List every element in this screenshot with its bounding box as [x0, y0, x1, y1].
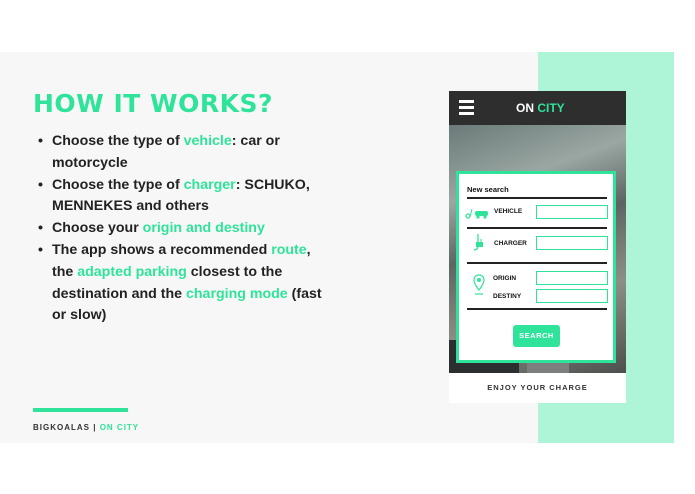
divider: [467, 227, 607, 229]
vehicle-field[interactable]: [536, 205, 608, 219]
feature-item: Choose the type of vehicle: car or motor…: [38, 131, 328, 175]
divider: [467, 197, 607, 199]
highlight-text: vehicle: [183, 133, 232, 149]
bullet-text: Choose the type of: [52, 176, 184, 193]
card-title: New search: [467, 185, 509, 194]
app-title: ON CITY: [516, 101, 565, 115]
footer-brand: BIGKOALAS | ON CITY: [33, 423, 139, 432]
highlight-text: charging mode: [186, 285, 288, 302]
charger-label: CHARGER: [494, 240, 527, 247]
highlight-text: origin and destiny: [142, 220, 265, 237]
bullet-text: The app shows a recommended: [52, 241, 272, 258]
highlight-text: route: [271, 241, 307, 258]
footer-separator: |: [90, 423, 100, 432]
background-photo: New search VEHICLE CHARGER ORIGIN DESTIN…: [449, 125, 626, 403]
divider: [467, 262, 607, 264]
destiny-field[interactable]: [536, 289, 608, 303]
feature-item: Choose your origin and destiny: [38, 218, 328, 240]
feature-list: Choose the type of vehicle: car or motor…: [38, 131, 328, 327]
vehicle-label: VEHICLE: [494, 208, 523, 215]
car-motorcycle-icon: [465, 208, 488, 219]
bullet-text: Choose the type of: [52, 133, 184, 149]
feature-item: The app shows a recommended route, the a…: [38, 240, 328, 327]
footer-brand-name: BIGKOALAS: [33, 423, 90, 432]
phone-mockup: ON CITY New search VEHICLE CHARGER ORIGI…: [449, 91, 626, 403]
feature-item: Choose the type of charger: SCHUKO, MENN…: [38, 175, 328, 219]
footer-accent-bar: [33, 408, 128, 412]
hamburger-icon[interactable]: [459, 100, 474, 116]
app-header: ON CITY: [449, 91, 626, 125]
search-button[interactable]: SEARCH: [513, 325, 560, 347]
divider: [467, 308, 607, 310]
bullet-text: Choose your: [52, 220, 143, 237]
slide-title: HOW IT WORKS?: [33, 89, 273, 118]
location-pin-icon: [473, 274, 485, 295]
charger-field[interactable]: [536, 236, 608, 250]
highlight-text: charger: [183, 176, 236, 193]
destiny-label: DESTINY: [493, 293, 522, 300]
footer-product-name: ON CITY: [99, 423, 140, 432]
search-card: New search VEHICLE CHARGER ORIGIN DESTIN…: [456, 171, 616, 363]
highlight-text: adapted parking: [77, 263, 187, 280]
tagline: ENJOY YOUR CHARGE: [449, 373, 626, 403]
plug-icon: [473, 234, 483, 251]
origin-field[interactable]: [536, 271, 608, 285]
origin-label: ORIGIN: [493, 275, 517, 282]
